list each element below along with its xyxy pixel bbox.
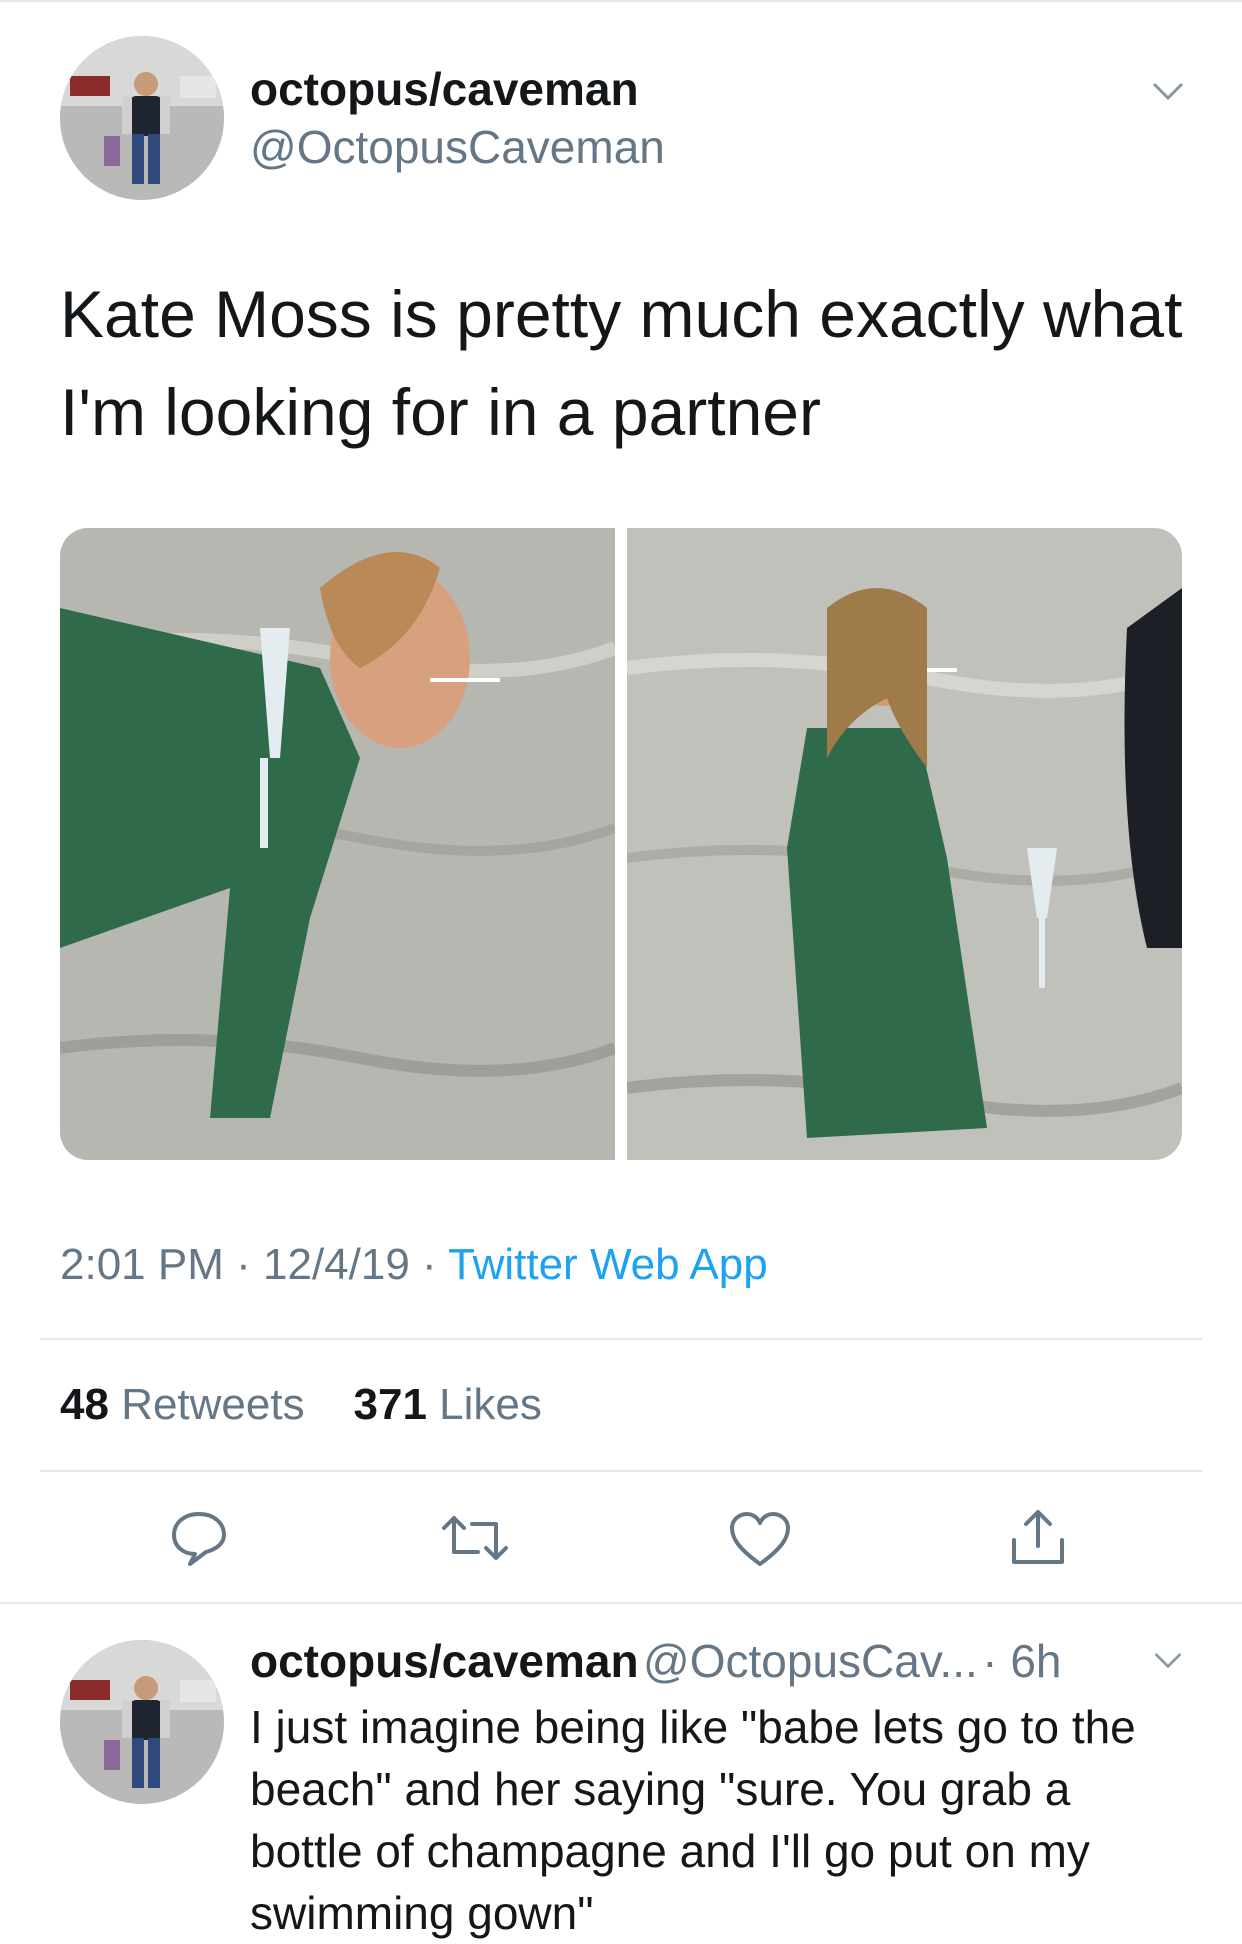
retweet-icon[interactable] xyxy=(440,1512,510,1564)
divider xyxy=(40,1338,1202,1340)
likes-stat[interactable]: 371 Likes xyxy=(354,1380,542,1429)
tweet-text: Kate Moss is pretty much exactly what I'… xyxy=(60,277,1183,449)
reply-text: I just imagine being like "babe lets go … xyxy=(250,1701,1136,1939)
tweet-meta: 2:01 PM · 12/4/19 · Twitter Web App xyxy=(60,1240,768,1290)
tweet-source-link[interactable]: Twitter Web App xyxy=(448,1240,768,1289)
reply-header: octopus/caveman @OctopusCav... · 6h xyxy=(250,1634,1062,1688)
share-icon[interactable] xyxy=(1008,1506,1068,1568)
divider xyxy=(40,1470,1202,1472)
tweet-time: 2:01 PM xyxy=(60,1240,224,1289)
avatar-photo-icon xyxy=(60,36,224,200)
reply-time: · 6h xyxy=(982,1635,1062,1687)
photo-woman-standing-in-water-icon xyxy=(627,528,1182,1160)
divider xyxy=(0,1602,1242,1604)
likes-count: 371 xyxy=(353,1380,427,1429)
meta-separator: · xyxy=(422,1240,437,1289)
top-border xyxy=(0,0,1242,2)
photo-woman-leaning-in-water-icon xyxy=(60,528,615,1160)
media-photo-1[interactable] xyxy=(60,528,615,1160)
retweets-count: 48 xyxy=(60,1380,109,1429)
likes-label: Likes xyxy=(439,1380,542,1429)
reply-icon[interactable] xyxy=(168,1508,230,1568)
media-photo-2[interactable] xyxy=(627,528,1182,1160)
reply-author-handle[interactable]: @OctopusCav... xyxy=(643,1635,978,1687)
tweet-stats: 48 Retweets 371 Likes xyxy=(60,1380,542,1430)
reply-author-avatar[interactable] xyxy=(60,1640,224,1804)
chevron-down-icon[interactable] xyxy=(1152,1650,1184,1672)
author-display-name[interactable]: octopus/caveman xyxy=(250,62,639,116)
avatar-photo-icon xyxy=(60,1640,224,1804)
reply-author-display-name[interactable]: octopus/caveman xyxy=(250,1635,639,1687)
tweet-date: 12/4/19 xyxy=(263,1240,410,1289)
retweets-stat[interactable]: 48 Retweets xyxy=(60,1380,305,1429)
meta-separator: · xyxy=(236,1240,251,1289)
media-grid xyxy=(60,528,1182,1160)
chevron-down-icon[interactable] xyxy=(1150,80,1186,104)
author-handle[interactable]: @OctopusCaveman xyxy=(250,120,665,174)
like-icon[interactable] xyxy=(728,1510,792,1568)
author-avatar[interactable] xyxy=(60,36,224,200)
retweets-label: Retweets xyxy=(121,1380,305,1429)
